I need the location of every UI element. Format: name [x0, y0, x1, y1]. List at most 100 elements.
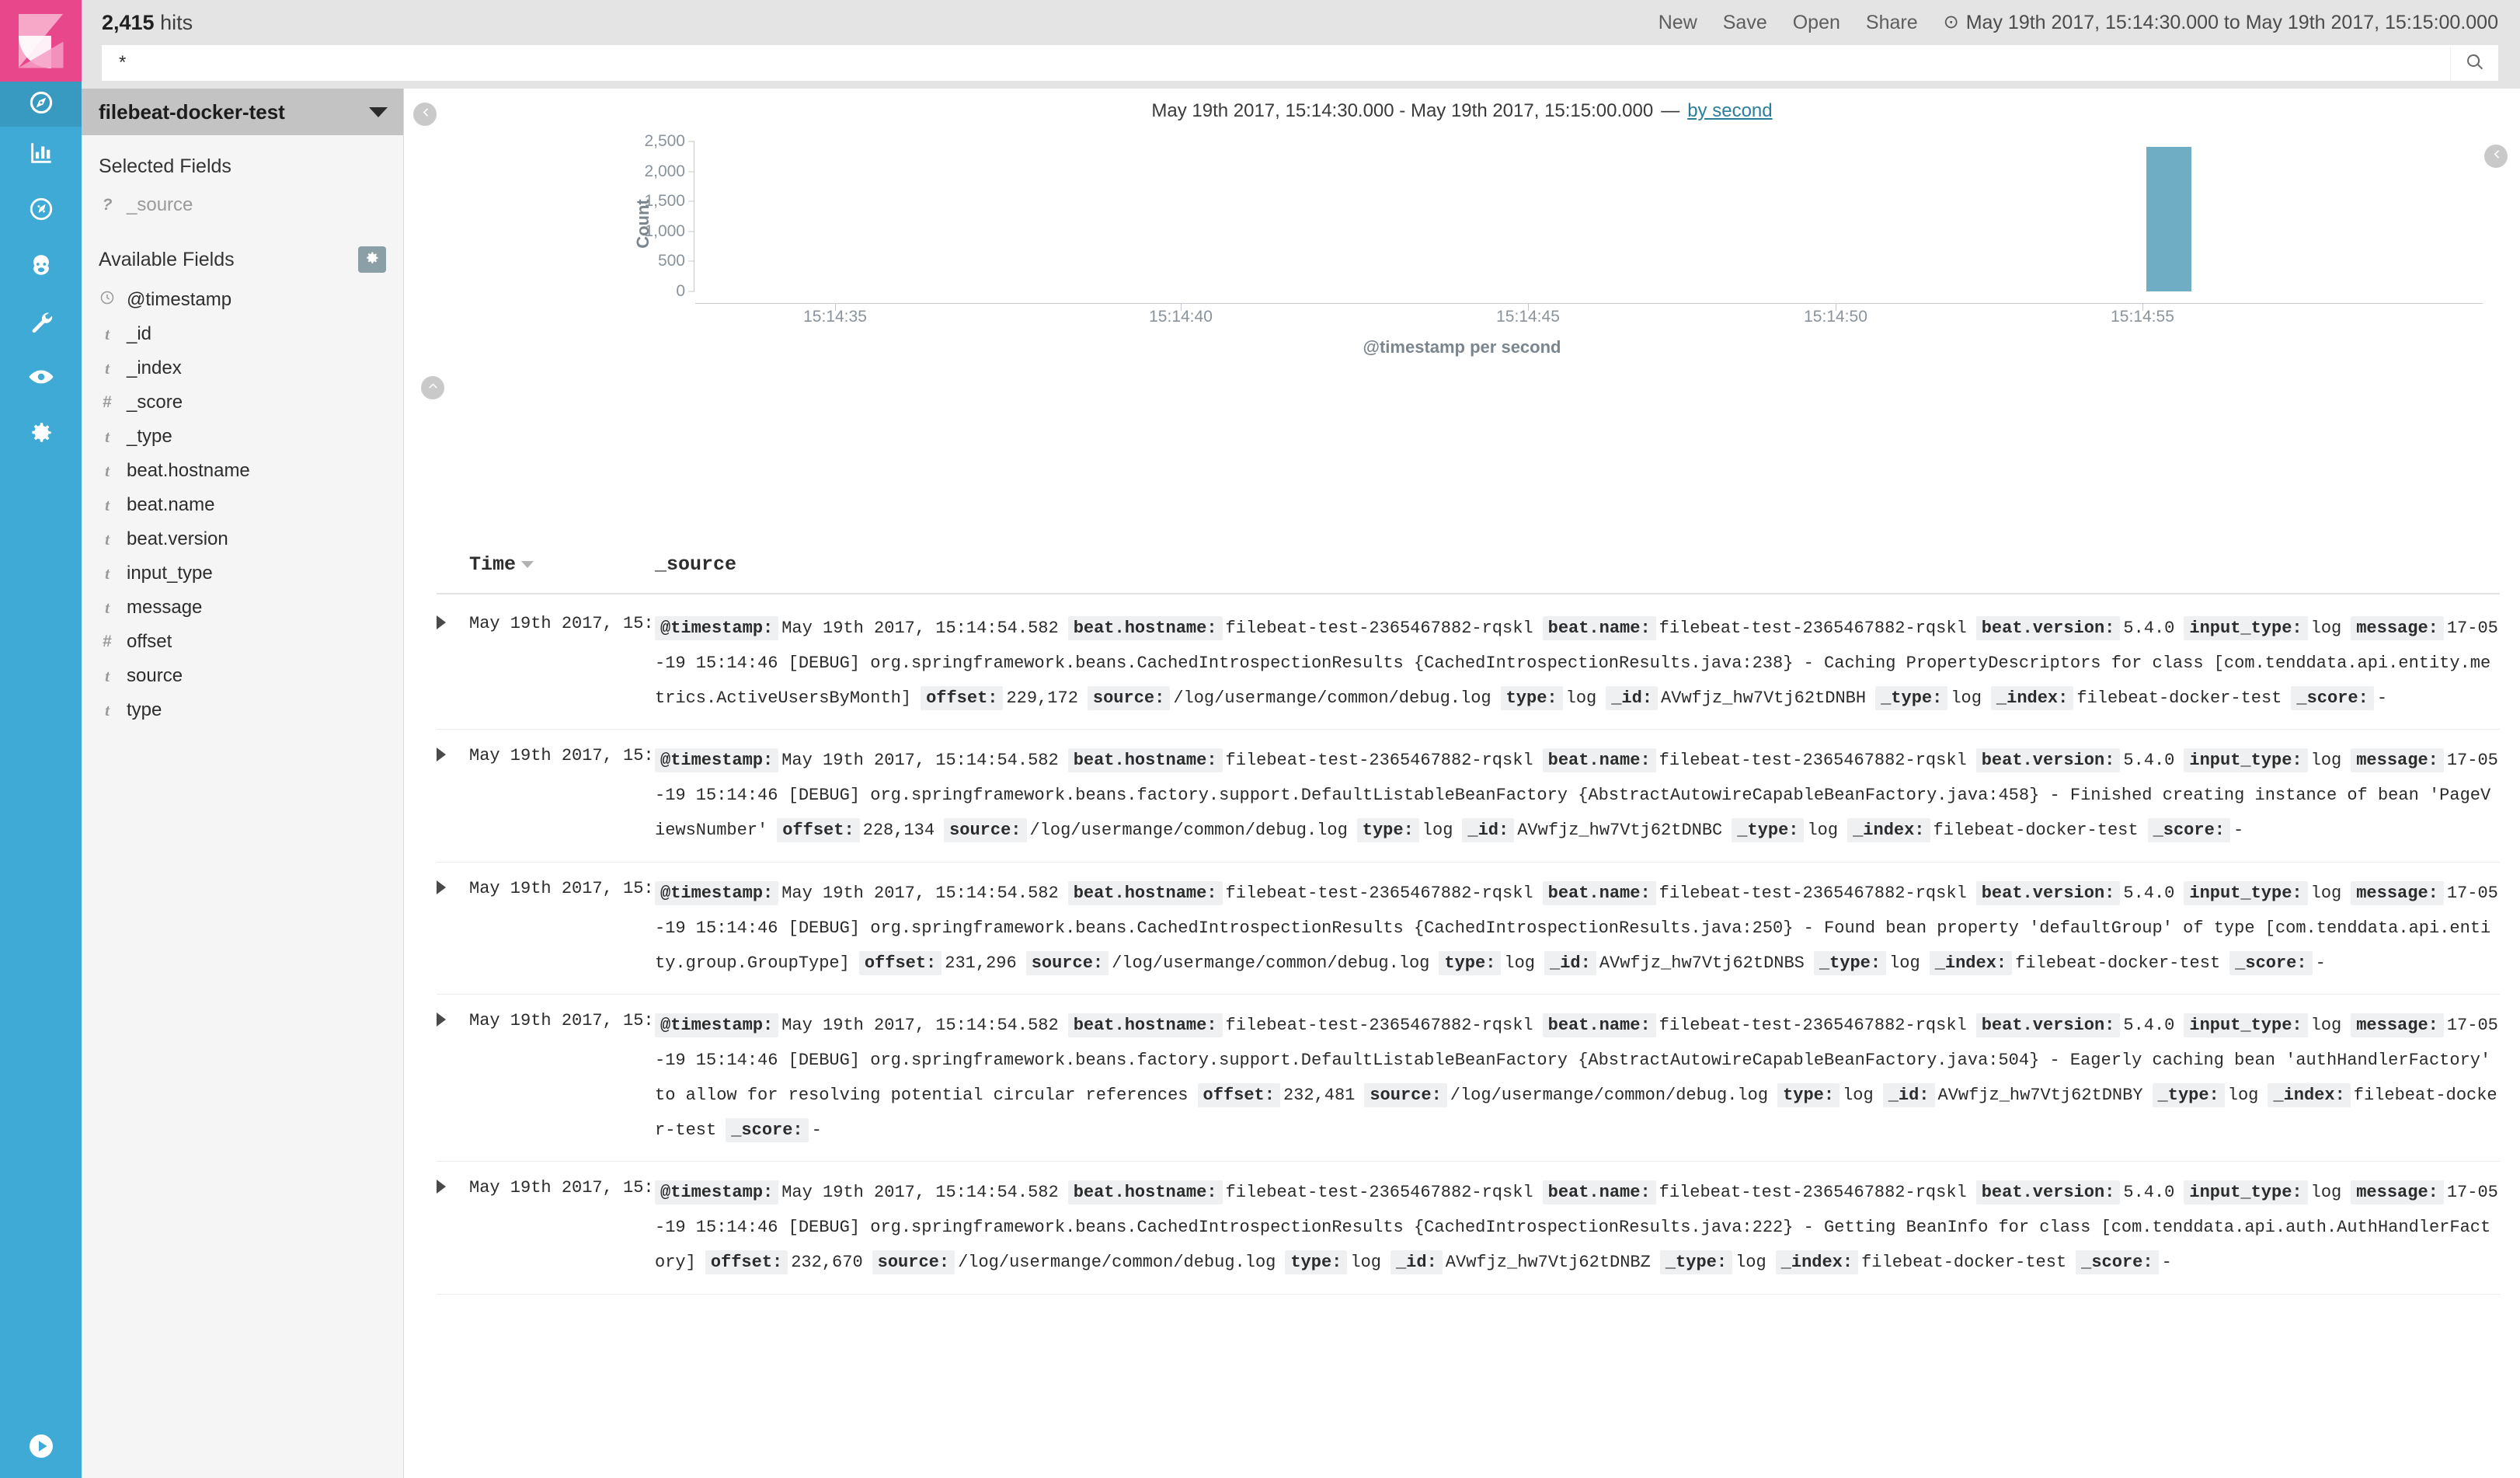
- field-value: log: [1504, 953, 1536, 973]
- collapse-chart-button[interactable]: [421, 376, 444, 399]
- field-item-offset[interactable]: # offset: [99, 629, 386, 655]
- field-item-message[interactable]: t message: [99, 594, 386, 621]
- table-row[interactable]: May 19th 2017, 15:14:54.582 @timestamp: Ma…: [437, 730, 2500, 863]
- string-field-type-icon: t: [105, 598, 110, 617]
- field-value: 232,481: [1283, 1086, 1356, 1106]
- index-pattern-selector[interactable]: filebeat-docker-test: [82, 89, 403, 135]
- nav-item-monitoring[interactable]: [0, 350, 82, 406]
- expand-row-button[interactable]: [437, 1175, 469, 1280]
- open-button[interactable]: Open: [1793, 12, 1840, 34]
- field-value: May 19th 2017, 15:14:54.582: [781, 1183, 1059, 1203]
- column-header-source[interactable]: _source: [655, 553, 736, 576]
- kibana-logo: [0, 0, 82, 82]
- expand-row-button[interactable]: [437, 611, 469, 716]
- new-button[interactable]: New: [1659, 12, 1697, 34]
- field-value: 232,670: [791, 1253, 863, 1273]
- global-nav-items: [0, 82, 82, 462]
- chevron-right-icon: [437, 748, 446, 762]
- field-value: filebeat-test-2365467882-rqskl: [1225, 1183, 1533, 1203]
- search-submit-button[interactable]: [2450, 45, 2498, 81]
- field-key: source:: [872, 1250, 955, 1275]
- field-value: 229,172: [1006, 688, 1078, 709]
- field-value: filebeat-test-2365467882-rqskl: [1659, 619, 1967, 638]
- field-key: source:: [1087, 686, 1171, 711]
- field-value: log: [2310, 1183, 2342, 1203]
- field-item-input-type[interactable]: t input_type: [99, 560, 386, 587]
- save-button[interactable]: Save: [1723, 12, 1767, 34]
- field-label: input_type: [127, 563, 213, 584]
- field-item-beat-hostname[interactable]: t beat.hostname: [99, 458, 386, 484]
- field-key: @timestamp:: [655, 1180, 779, 1205]
- field-key: input_type:: [2184, 616, 2308, 640]
- collapse-nav-button[interactable]: [0, 1432, 82, 1464]
- field-key: type:: [1356, 818, 1419, 843]
- field-key: _index:: [1929, 950, 2013, 975]
- field-key: _score:: [2076, 1250, 2159, 1275]
- field-key: beat.hostname:: [1067, 1180, 1223, 1205]
- kibana-logo-mark: [18, 13, 64, 68]
- field-value: filebeat-test-2365467882-rqskl: [1659, 751, 1967, 771]
- time-picker-button[interactable]: ⊙ May 19th 2017, 15:14:30.000 to May 19t…: [1944, 12, 2498, 34]
- chart-plot-area[interactable]: [695, 141, 2483, 291]
- field-label: _type: [127, 426, 172, 447]
- table-row[interactable]: May 19th 2017, 15:14:54.582 @timestamp: Ma…: [437, 598, 2500, 730]
- field-value: 5.4.0: [2123, 751, 2175, 771]
- nav-item-dev-tools[interactable]: [0, 295, 82, 350]
- field-item-type[interactable]: t type: [99, 697, 386, 723]
- interval-link[interactable]: by second: [1687, 100, 1772, 122]
- cell-time: May 19th 2017, 15:14:54.582: [469, 746, 747, 766]
- string-field-type-icon: t: [105, 666, 110, 685]
- nav-item-dashboard[interactable]: [0, 183, 82, 239]
- field-item-beat-name[interactable]: t beat.name: [99, 492, 386, 518]
- field-item-_type[interactable]: t _type: [99, 424, 386, 450]
- string-field-type-icon: t: [105, 358, 110, 378]
- field-value: filebeat-test-2365467882-rqskl: [1659, 883, 1967, 903]
- field-item-timestamp[interactable]: @timestamp: [99, 287, 386, 313]
- field-key: offset:: [858, 950, 942, 975]
- nav-item-timelion[interactable]: [0, 239, 82, 295]
- field-key: beat.hostname:: [1067, 1013, 1223, 1037]
- column-header-time[interactable]: Time: [469, 553, 637, 576]
- table-row[interactable]: May 19th 2017, 15:14:54.582 @timestamp: Ma…: [437, 995, 2500, 1163]
- expand-row-button[interactable]: [437, 1008, 469, 1148]
- table-row[interactable]: May 19th 2017, 15:14:54.582 @timestamp: Ma…: [437, 1162, 2500, 1295]
- field-key: type:: [1500, 686, 1563, 711]
- histogram-bar[interactable]: [2146, 146, 2191, 291]
- field-value: -: [811, 1121, 822, 1141]
- nav-item-discover[interactable]: [0, 82, 82, 127]
- field-value: AVwfjz_hw7Vtj62tDNBH: [1661, 688, 1867, 709]
- chevron-right-icon: [437, 1180, 446, 1194]
- field-item-_index[interactable]: t _index: [99, 355, 386, 382]
- field-value: log: [1565, 688, 1597, 709]
- field-label: offset: [127, 631, 172, 652]
- field-value: filebeat-test-2365467882-rqskl: [1225, 619, 1533, 638]
- nav-item-management[interactable]: [0, 406, 82, 462]
- search-input[interactable]: [102, 45, 2450, 81]
- field-value: -: [2161, 1253, 2172, 1273]
- field-label: _index: [127, 357, 182, 378]
- expand-row-button[interactable]: [437, 876, 469, 981]
- field-settings-button[interactable]: [358, 246, 386, 273]
- index-pattern-name: filebeat-docker-test: [99, 99, 285, 124]
- expand-row-button[interactable]: [437, 743, 469, 848]
- field-item-_score[interactable]: # _score: [99, 389, 386, 416]
- compass-icon: [28, 89, 54, 120]
- hits-counter: 2,415 hits: [102, 11, 193, 35]
- field-key: beat.version:: [1975, 748, 2121, 773]
- field-key: type:: [1439, 950, 1502, 975]
- field-label: _id: [127, 323, 152, 344]
- number-field-type-icon: #: [103, 393, 112, 411]
- play-circle-icon: [27, 1432, 55, 1464]
- field-value: log: [2310, 619, 2342, 638]
- table-row[interactable]: May 19th 2017, 15:14:54.582 @timestamp: Ma…: [437, 863, 2500, 995]
- field-value: -: [2233, 821, 2244, 841]
- field-item-_source[interactable]: ? _source: [99, 192, 386, 218]
- chevron-right-icon: [437, 880, 446, 894]
- x-tick-label: 15:14:50: [1804, 308, 1867, 326]
- field-item-beat-version[interactable]: t beat.version: [99, 526, 386, 553]
- share-button[interactable]: Share: [1866, 12, 1918, 34]
- field-item-_id[interactable]: t _id: [99, 321, 386, 347]
- nav-item-visualize[interactable]: [0, 127, 82, 183]
- field-key: beat.name:: [1542, 1013, 1656, 1037]
- field-item-source[interactable]: t source: [99, 663, 386, 689]
